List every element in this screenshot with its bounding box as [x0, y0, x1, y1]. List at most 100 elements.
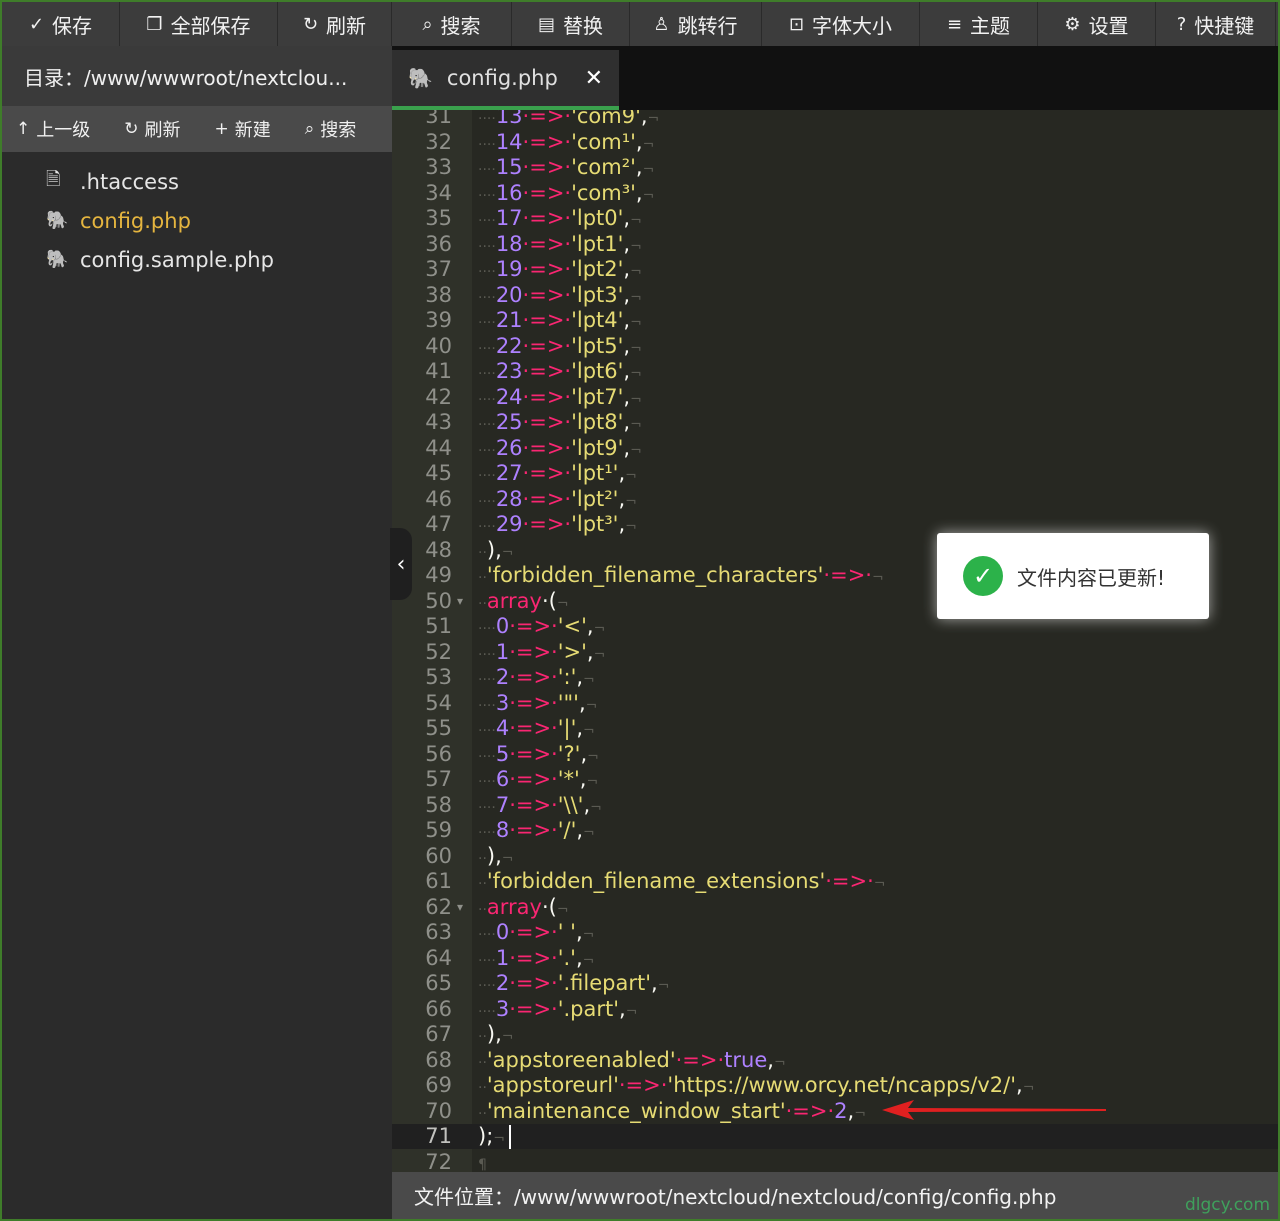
file-name: config.sample.php — [80, 247, 274, 272]
code-content: ····19·=>·'lpt2',¬ — [478, 257, 642, 285]
toolbar-button-1[interactable]: ❐ 全部保存 — [120, 2, 278, 46]
chevron-left-icon: ‹ — [396, 551, 406, 577]
array-index: 20 — [495, 282, 523, 307]
whitespace-marker: ···· — [478, 289, 496, 306]
tab-config-php[interactable]: 🐘 config.php ✕ — [392, 50, 619, 110]
file-item[interactable]: 🗎 .htaccess — [2, 162, 392, 201]
file-item[interactable]: 🐘 config.sample.php — [2, 240, 392, 279]
string-literal: 'lpt7' — [571, 384, 624, 409]
code-content: ····27·=>·'lpt¹',¬ — [478, 461, 637, 489]
sidebar-action-1[interactable]: ↻ 刷新 — [124, 116, 180, 142]
toolbar-button-9[interactable]: ? 快捷键 — [1156, 2, 1276, 46]
code-line: 38 ····20·=>·'lpt3',¬ — [392, 283, 1278, 308]
status-bar: 文件位置：/www/wwwroot/nextcloud/nextcloud/co… — [392, 1172, 1278, 1219]
eol-marker: ¬ — [630, 238, 642, 255]
config-key: 'appstoreenabled' — [486, 1047, 676, 1072]
sidebar-action-0[interactable]: ↑ 上一级 — [16, 116, 90, 142]
file-item[interactable]: 🐘 config.php — [2, 201, 392, 240]
toolbar-icon: ♙ — [653, 13, 670, 35]
code-line: 71);¬ — [392, 1124, 1278, 1149]
code-editor[interactable]: 31 ····13·=>·'com9',¬ 32 ····14·=>·'com¹',¬… — [392, 110, 1278, 1172]
code-content: ····4·=>·'|',¬ — [478, 716, 595, 744]
whitespace-marker: ···· — [478, 927, 496, 943]
string-literal: 'lpt9' — [571, 435, 624, 460]
sidebar-action-3[interactable]: ⌕ 搜索 — [305, 116, 357, 142]
toast-message: 文件内容已更新! — [1017, 565, 1166, 590]
code-content: ····2·=>·'.filepart',¬ — [478, 971, 669, 999]
code-content: ····0·=>·'<',¬ — [478, 614, 605, 642]
array-index: 21 — [495, 308, 523, 332]
arrow-operator: ·=>· — [522, 231, 572, 256]
eol-marker: ¬ — [630, 442, 642, 459]
sidebar-action-icon: ↑ — [16, 119, 31, 139]
line-number: 32 — [425, 129, 452, 154]
eol-marker: ¬ — [871, 570, 884, 586]
whitespace-marker: ···· — [478, 315, 496, 331]
code-content: ··'forbidden_filename_extensions'·=>·¬ — [478, 869, 886, 897]
eol-marker: ¬ — [583, 672, 595, 688]
line-number: 63 — [425, 920, 452, 944]
eol-marker: ¬ — [556, 595, 569, 612]
sidebar-action-2[interactable]: + 新建 — [215, 116, 271, 142]
code-line: 37 ····19·=>·'lpt2',¬ — [392, 257, 1278, 282]
paren-close: ), — [486, 843, 502, 868]
paren-close: ), — [486, 1022, 502, 1046]
toolbar-button-3[interactable]: ⌕ 搜索 — [392, 2, 512, 46]
toolbar-button-8[interactable]: ⚙ 设置 — [1038, 2, 1156, 46]
line-number: 59 — [425, 818, 452, 842]
arrow-operator: ·=>· — [522, 257, 572, 281]
toolbar-label: 设置 — [1088, 13, 1129, 38]
arrow-operator: ·=>· — [509, 818, 558, 842]
code-content: ··'maintenance_window_start'·=>·2,¬ — [478, 1099, 866, 1127]
whitespace-marker: ···· — [478, 697, 496, 714]
eol-marker: ¬ — [583, 825, 595, 841]
array-index: 23 — [495, 359, 523, 383]
eol-marker: ¬ — [773, 1054, 786, 1071]
line-number: 42 — [425, 384, 452, 409]
code-line: 68 ··'appstoreenabled'·=>·true,¬ — [392, 1048, 1278, 1073]
code-content: ¶ — [478, 1150, 487, 1173]
eol-marker: ¬ — [630, 366, 642, 382]
arrow-operator: ·=>· — [509, 639, 558, 664]
line-number: 44 — [425, 435, 452, 460]
array-index: 2 — [495, 971, 510, 995]
code-line: 39 ····21·=>·'lpt4',¬ — [392, 308, 1278, 333]
code-line: 62 ▾ ··array·(¬ — [392, 895, 1278, 920]
array-index: 25 — [495, 410, 523, 434]
collapse-sidebar-button[interactable]: ‹ — [390, 528, 412, 600]
toolbar-icon: ⊡ — [788, 13, 805, 35]
config-value: 'https://www.orcy.net/ncapps/v2/' — [667, 1073, 1016, 1097]
string-literal: '<' — [557, 614, 587, 638]
eol-marker: ¬ — [630, 417, 642, 433]
eol-marker: ¬ — [501, 1029, 514, 1045]
code-content: ····5·=>·'?',¬ — [478, 742, 599, 770]
eol-marker: ¬ — [593, 646, 606, 663]
code-content: ····18·=>·'lpt1',¬ — [478, 232, 642, 260]
toolbar-button-6[interactable]: ⊡ 字体大小 — [762, 2, 920, 46]
toolbar-button-4[interactable]: ▤ 替换 — [512, 2, 630, 46]
eof-marker: ¶ — [478, 1156, 487, 1173]
toolbar-button-5[interactable]: ♙ 跳转行 — [630, 2, 762, 46]
php-elephant-icon: 🐘 — [408, 66, 433, 90]
code-line: 32 ····14·=>·'com¹',¬ — [392, 130, 1278, 155]
toolbar-button-0[interactable]: ✓ 保存 — [2, 2, 120, 46]
toolbar-label: 保存 — [52, 13, 93, 38]
toolbar-button-7[interactable]: ≡ 主题 — [920, 2, 1038, 46]
toolbar-icon: ↻ — [302, 13, 319, 35]
close-tab-icon[interactable]: ✕ — [585, 66, 603, 91]
toolbar-button-2[interactable]: ↻ 刷新 — [278, 2, 392, 46]
whitespace-marker: ·· — [478, 570, 487, 586]
sidebar-actions: ↑ 上一级 ↻ 刷新 + 新建 ⌕ 搜索 — [2, 106, 392, 152]
eol-marker: ¬ — [590, 799, 602, 816]
code-line: 40 ····22·=>·'lpt5',¬ — [392, 334, 1278, 359]
eol-marker: ¬ — [501, 850, 514, 867]
code-line: 36 ····18·=>·'lpt1',¬ — [392, 232, 1278, 257]
toolbar: ✓ 保存 ❐ 全部保存 ↻ 刷新 ⌕ 搜索 ▤ 替换 ♙ 跳转行 ⊡ 字体大小 ≡ 主题 ⚙ 设置? 快捷键 — [2, 2, 1278, 46]
arrow-operator: ·=>· — [522, 180, 572, 205]
config-value: 2 — [834, 1098, 848, 1123]
code-line: 69 ··'appstoreurl'·=>·'https://www.orcy.n… — [392, 1073, 1278, 1098]
arrow-operator: ·=>· — [522, 410, 572, 434]
eol-marker: ¬ — [630, 340, 642, 357]
comma: , — [1016, 1073, 1023, 1097]
fold-arrow-icon: ▾ — [457, 899, 464, 914]
